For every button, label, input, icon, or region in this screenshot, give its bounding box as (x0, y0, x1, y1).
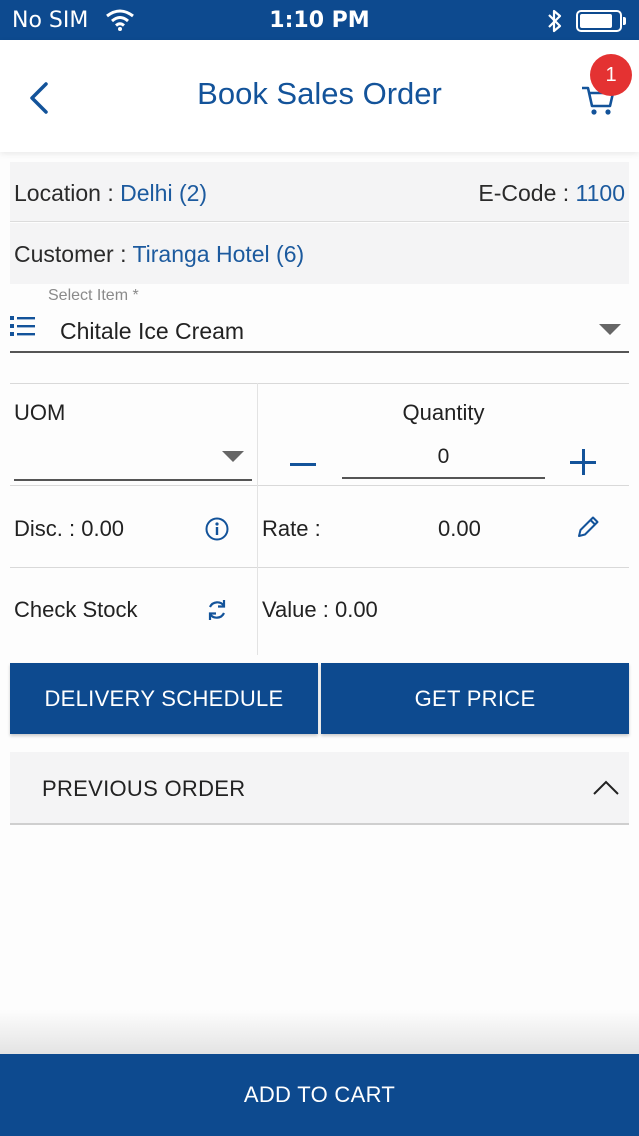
page-title: Book Sales Order (197, 76, 442, 111)
customer-label: Customer : (14, 241, 133, 267)
list-icon (10, 314, 36, 338)
customer-info: Customer : Tiranga Hotel (6) (14, 241, 304, 268)
info-icon[interactable] (204, 516, 230, 542)
chevron-down-icon (222, 451, 244, 462)
customer-row: Customer : Tiranga Hotel (6) (10, 223, 629, 284)
previous-order-label: PREVIOUS ORDER (42, 776, 246, 801)
divider (10, 485, 629, 486)
ecode-label: E-Code : (478, 180, 576, 206)
delivery-schedule-button[interactable]: DELIVERY SCHEDULE (10, 663, 318, 734)
status-time: 1:10 PM (269, 8, 370, 33)
divider (10, 567, 629, 568)
discount-text: Disc. : 0.00 (14, 516, 125, 541)
location-value: Delhi (2) (120, 180, 208, 206)
order-details-grid: UOM Quantity Disc. : 0.00 Rate : 0.00 Ch… (10, 383, 629, 655)
select-item-label: Select Item * (48, 287, 139, 304)
add-to-cart-button[interactable]: ADD TO CART (0, 1054, 639, 1136)
select-item-underline (10, 351, 629, 353)
ecode-info: E-Code : 1100 (478, 180, 625, 207)
rate-label: Rate : (262, 516, 321, 541)
cart-count-badge: 1 (590, 54, 632, 96)
chevron-down-icon (599, 324, 621, 335)
app-header: Book Sales Order 1 (0, 40, 639, 152)
wifi-icon (105, 8, 135, 36)
select-item-value: Chitale Ice Cream (60, 318, 245, 344)
location-info: Location : Delhi (2) (14, 180, 207, 207)
quantity-increment-button[interactable] (566, 445, 602, 479)
location-label: Location : (14, 180, 121, 206)
location-row: Location : Delhi (2) E-Code : 1100 (10, 162, 629, 222)
chevron-up-icon (591, 776, 621, 800)
uom-underline (14, 479, 252, 481)
divider (10, 383, 629, 384)
bottom-shadow (0, 1010, 639, 1054)
select-item-dropdown[interactable]: Select Item * Chitale Ice Cream (10, 284, 629, 354)
chevron-left-icon (30, 82, 48, 114)
bluetooth-icon (546, 8, 564, 38)
uom-dropdown[interactable] (14, 441, 252, 481)
status-bar: No SIM 1:10 PM (0, 0, 639, 40)
battery-icon (576, 10, 626, 32)
carrier-label: No SIM (12, 8, 89, 33)
back-button[interactable] (20, 76, 60, 120)
quantity-input[interactable] (342, 441, 545, 479)
previous-order-toggle[interactable]: PREVIOUS ORDER (10, 752, 629, 825)
rate-value: 0.00 (438, 516, 481, 541)
refresh-icon[interactable] (204, 597, 230, 623)
get-price-button[interactable]: GET PRICE (321, 663, 629, 734)
uom-label: UOM (14, 400, 66, 425)
pencil-icon[interactable] (574, 513, 602, 541)
quantity-decrement-button[interactable] (286, 449, 322, 479)
check-stock-label: Check Stock (14, 597, 138, 622)
customer-value: Tiranga Hotel (6) (132, 241, 305, 267)
quantity-label: Quantity (402, 400, 485, 425)
ecode-value: 1100 (575, 180, 625, 206)
value-text: Value : 0.00 (262, 597, 378, 622)
